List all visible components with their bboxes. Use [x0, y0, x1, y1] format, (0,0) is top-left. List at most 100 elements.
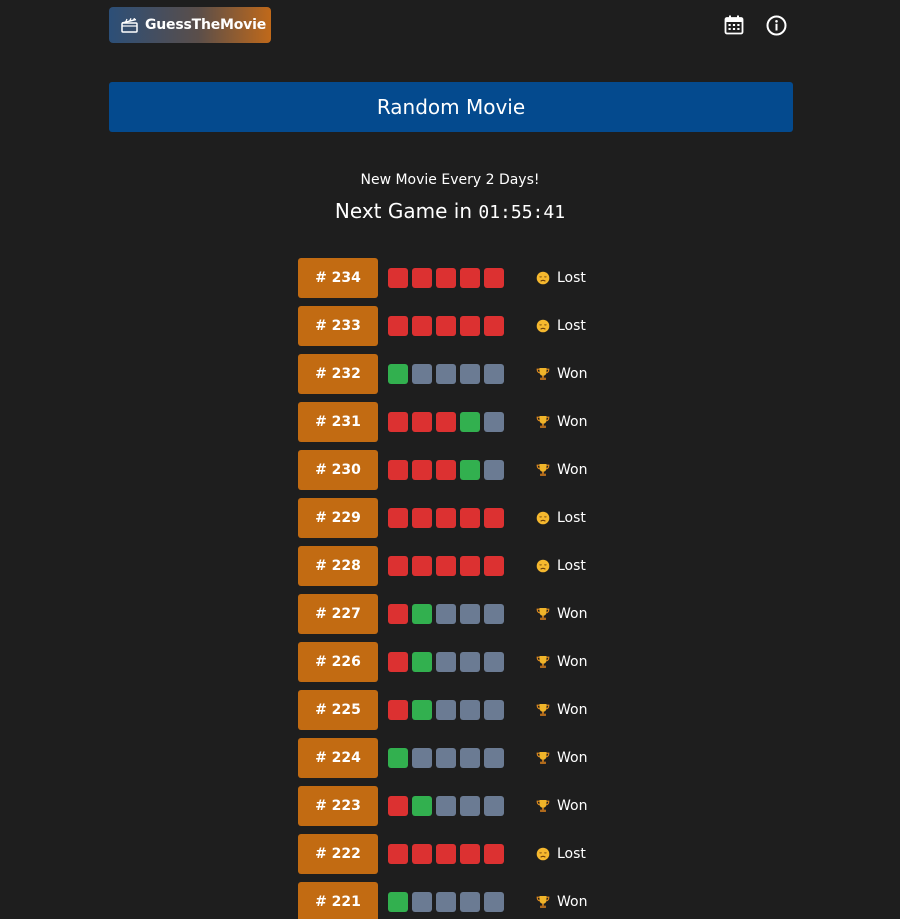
game-row: # 228 Lost: [298, 546, 618, 586]
game-row: # 222 Lost: [298, 834, 618, 874]
guess-square-unused: [460, 796, 480, 816]
guess-square-unused: [436, 604, 456, 624]
game-number-button[interactable]: # 224: [298, 738, 378, 778]
game-result: Won: [535, 606, 587, 622]
game-result-label: Won: [557, 702, 588, 718]
game-number-button[interactable]: # 229: [298, 498, 378, 538]
trophy-icon: [535, 894, 551, 910]
next-game-label: Next Game in: [334, 199, 473, 223]
guess-square-miss: [412, 508, 432, 528]
guess-square-miss: [412, 268, 432, 288]
game-result: Won: [535, 462, 587, 478]
game-number-button[interactable]: # 233: [298, 306, 378, 346]
guess-square-unused: [436, 796, 456, 816]
guess-square-miss: [484, 556, 504, 576]
guess-square-unused: [436, 700, 456, 720]
logo-text: GuessTheMovie: [145, 17, 267, 33]
info-icon[interactable]: [765, 14, 787, 36]
guess-square-miss: [460, 844, 480, 864]
game-number-button[interactable]: # 221: [298, 882, 378, 919]
game-number-button[interactable]: # 222: [298, 834, 378, 874]
guess-square-miss: [412, 844, 432, 864]
game-row: # 229 Lost: [298, 498, 618, 538]
game-result-label: Won: [557, 654, 588, 670]
trophy-icon: [535, 702, 551, 718]
sad-face-icon: [535, 510, 551, 526]
logo-button[interactable]: GuessTheMovie: [109, 7, 271, 43]
game-result: Lost: [535, 558, 586, 574]
guess-squares: [388, 412, 508, 432]
guess-square-unused: [436, 364, 456, 384]
game-number-button[interactable]: # 225: [298, 690, 378, 730]
guess-square-unused: [412, 364, 432, 384]
guess-square-miss: [388, 556, 408, 576]
guess-square-unused: [460, 892, 480, 912]
countdown-timer: 01:55:41: [478, 202, 566, 223]
guess-squares: [388, 796, 508, 816]
guess-squares: [388, 508, 508, 528]
game-result-label: Won: [557, 414, 588, 430]
game-result-label: Won: [557, 798, 588, 814]
trophy-icon: [535, 654, 551, 670]
clapperboard-icon: [121, 17, 138, 33]
guess-square-miss: [484, 844, 504, 864]
trophy-icon: [535, 366, 551, 382]
game-number-button[interactable]: # 234: [298, 258, 378, 298]
guess-square-miss: [388, 460, 408, 480]
guess-square-unused: [484, 652, 504, 672]
guess-squares: [388, 748, 508, 768]
guess-square-unused: [484, 412, 504, 432]
calendar-icon[interactable]: [723, 14, 745, 36]
guess-square-miss: [388, 316, 408, 336]
guess-square-hit: [388, 892, 408, 912]
guess-square-unused: [460, 652, 480, 672]
game-number-button[interactable]: # 232: [298, 354, 378, 394]
game-number-button[interactable]: # 227: [298, 594, 378, 634]
game-number-button[interactable]: # 226: [298, 642, 378, 682]
game-number-button[interactable]: # 223: [298, 786, 378, 826]
guess-square-miss: [412, 460, 432, 480]
guess-square-miss: [436, 508, 456, 528]
game-row: # 233 Lost: [298, 306, 618, 346]
guess-square-miss: [436, 268, 456, 288]
guess-square-miss: [388, 268, 408, 288]
guess-square-miss: [436, 412, 456, 432]
game-number-button[interactable]: # 231: [298, 402, 378, 442]
trophy-icon: [535, 750, 551, 766]
game-result: Won: [535, 366, 587, 382]
guess-square-miss: [412, 316, 432, 336]
guess-square-miss: [388, 652, 408, 672]
game-number-button[interactable]: # 230: [298, 450, 378, 490]
guess-square-unused: [436, 892, 456, 912]
guess-square-hit: [412, 700, 432, 720]
sad-face-icon: [535, 846, 551, 862]
game-result: Won: [535, 654, 587, 670]
guess-square-miss: [436, 844, 456, 864]
guess-square-miss: [484, 268, 504, 288]
game-result-label: Won: [557, 894, 588, 910]
game-result-label: Lost: [557, 318, 586, 334]
game-number-button[interactable]: # 228: [298, 546, 378, 586]
guess-squares: [388, 364, 508, 384]
game-result-label: Lost: [557, 510, 586, 526]
guess-square-hit: [412, 604, 432, 624]
guess-square-unused: [412, 892, 432, 912]
game-result-label: Lost: [557, 558, 586, 574]
guess-square-unused: [484, 364, 504, 384]
trophy-icon: [535, 414, 551, 430]
game-row: # 231 Won: [298, 402, 618, 442]
game-result-label: Won: [557, 366, 588, 382]
game-row: # 232 Won: [298, 354, 618, 394]
guess-square-unused: [412, 748, 432, 768]
game-row: # 225 Won: [298, 690, 618, 730]
game-history-list: # 234 Lost # 233 Lost # 232 Won # 231 Won # 230 W…: [298, 258, 618, 919]
guess-square-hit: [388, 364, 408, 384]
guess-square-miss: [388, 412, 408, 432]
schedule-subtitle: New Movie Every 2 Days!: [360, 172, 540, 188]
random-movie-button[interactable]: Random Movie: [109, 82, 793, 132]
guess-square-miss: [484, 316, 504, 336]
game-result: Lost: [535, 270, 586, 286]
game-row: # 224 Won: [298, 738, 618, 778]
guess-square-unused: [460, 364, 480, 384]
guess-squares: [388, 892, 508, 912]
